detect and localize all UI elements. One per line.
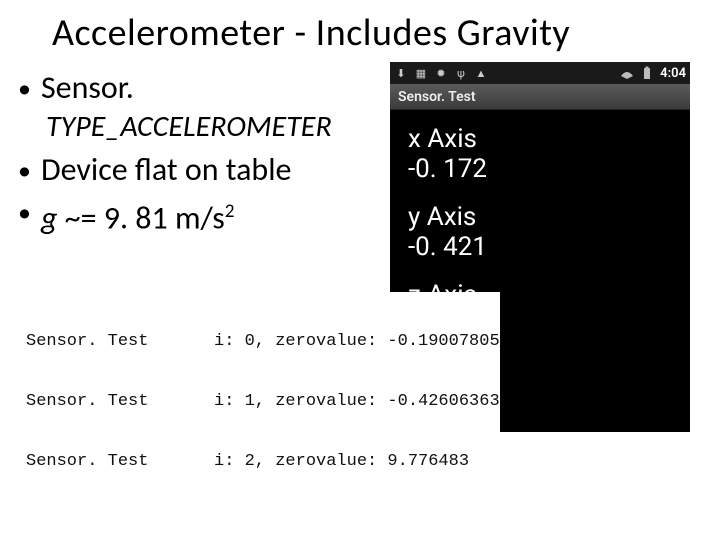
bug-icon: ✹ [434, 66, 448, 80]
wifi-icon [620, 66, 634, 80]
app-titlebar: Sensor. Test [390, 84, 690, 110]
calendar-icon: ▦ [414, 66, 428, 80]
slide: Accelerometer - Includes Gravity • Senso… [0, 0, 720, 540]
warning-icon: ▲ [474, 66, 488, 80]
log-row: Sensor. Testi: 2, zerovalue: 9.776483 [26, 452, 500, 472]
bullet-3-text: g ~= 9. 81 m/s2 [41, 192, 235, 239]
bullet-dot-icon: • [18, 192, 31, 232]
log-tag: Sensor. Test [26, 452, 214, 472]
log-msg: i: 1, zerovalue: -0.42606363 [214, 392, 500, 412]
x-axis-value: -0. 172 [408, 154, 672, 184]
log-row: Sensor. Testi: 1, zerovalue: -0.42606363 [26, 392, 500, 412]
bullet-3: • g ~= 9. 81 m/s2 [18, 192, 390, 239]
log-msg: i: 0, zerovalue: -0.19007805 [214, 332, 500, 352]
bullet-dot-icon: • [18, 68, 31, 108]
y-axis-value: -0. 421 [408, 232, 672, 262]
x-axis-label: x Axis [408, 124, 672, 154]
bullet-1-subline: TYPE_ACCELEROMETER [46, 110, 390, 144]
statusbar-clock: 4:04 [660, 66, 686, 81]
x-axis-block: x Axis -0. 172 [408, 124, 672, 184]
log-tag: Sensor. Test [26, 392, 214, 412]
squared-exponent: 2 [225, 200, 235, 223]
bullet-dot-icon: • [18, 150, 31, 190]
gravity-symbol: g [41, 199, 57, 238]
status-right: 4:04 [620, 66, 686, 81]
download-icon: ⬇ [394, 66, 408, 80]
log-msg: i: 2, zerovalue: 9.776483 [214, 452, 469, 472]
bullet-1-text: Sensor. [41, 68, 134, 108]
bullet-2-text: Device flat on table [41, 150, 292, 190]
bullet-1: • Sensor. [18, 68, 390, 108]
status-left: ⬇ ▦ ✹ ψ ▲ [394, 66, 488, 80]
y-axis-block: y Axis -0. 421 [408, 202, 672, 262]
bullet-2: • Device flat on table [18, 150, 390, 190]
usb-icon: ψ [454, 66, 468, 80]
y-axis-label: y Axis [408, 202, 672, 232]
log-row: Sensor. Testi: 0, zerovalue: -0.19007805 [26, 332, 500, 352]
slide-title: Accelerometer - Includes Gravity [0, 0, 720, 62]
gravity-value: ~= 9. 81 m/s [57, 199, 224, 238]
log-tag: Sensor. Test [26, 332, 214, 352]
android-statusbar: ⬇ ▦ ✹ ψ ▲ 4:04 [390, 62, 690, 84]
battery-icon [640, 66, 654, 80]
logcat-output: Sensor. Testi: 0, zerovalue: -0.19007805… [26, 292, 500, 512]
